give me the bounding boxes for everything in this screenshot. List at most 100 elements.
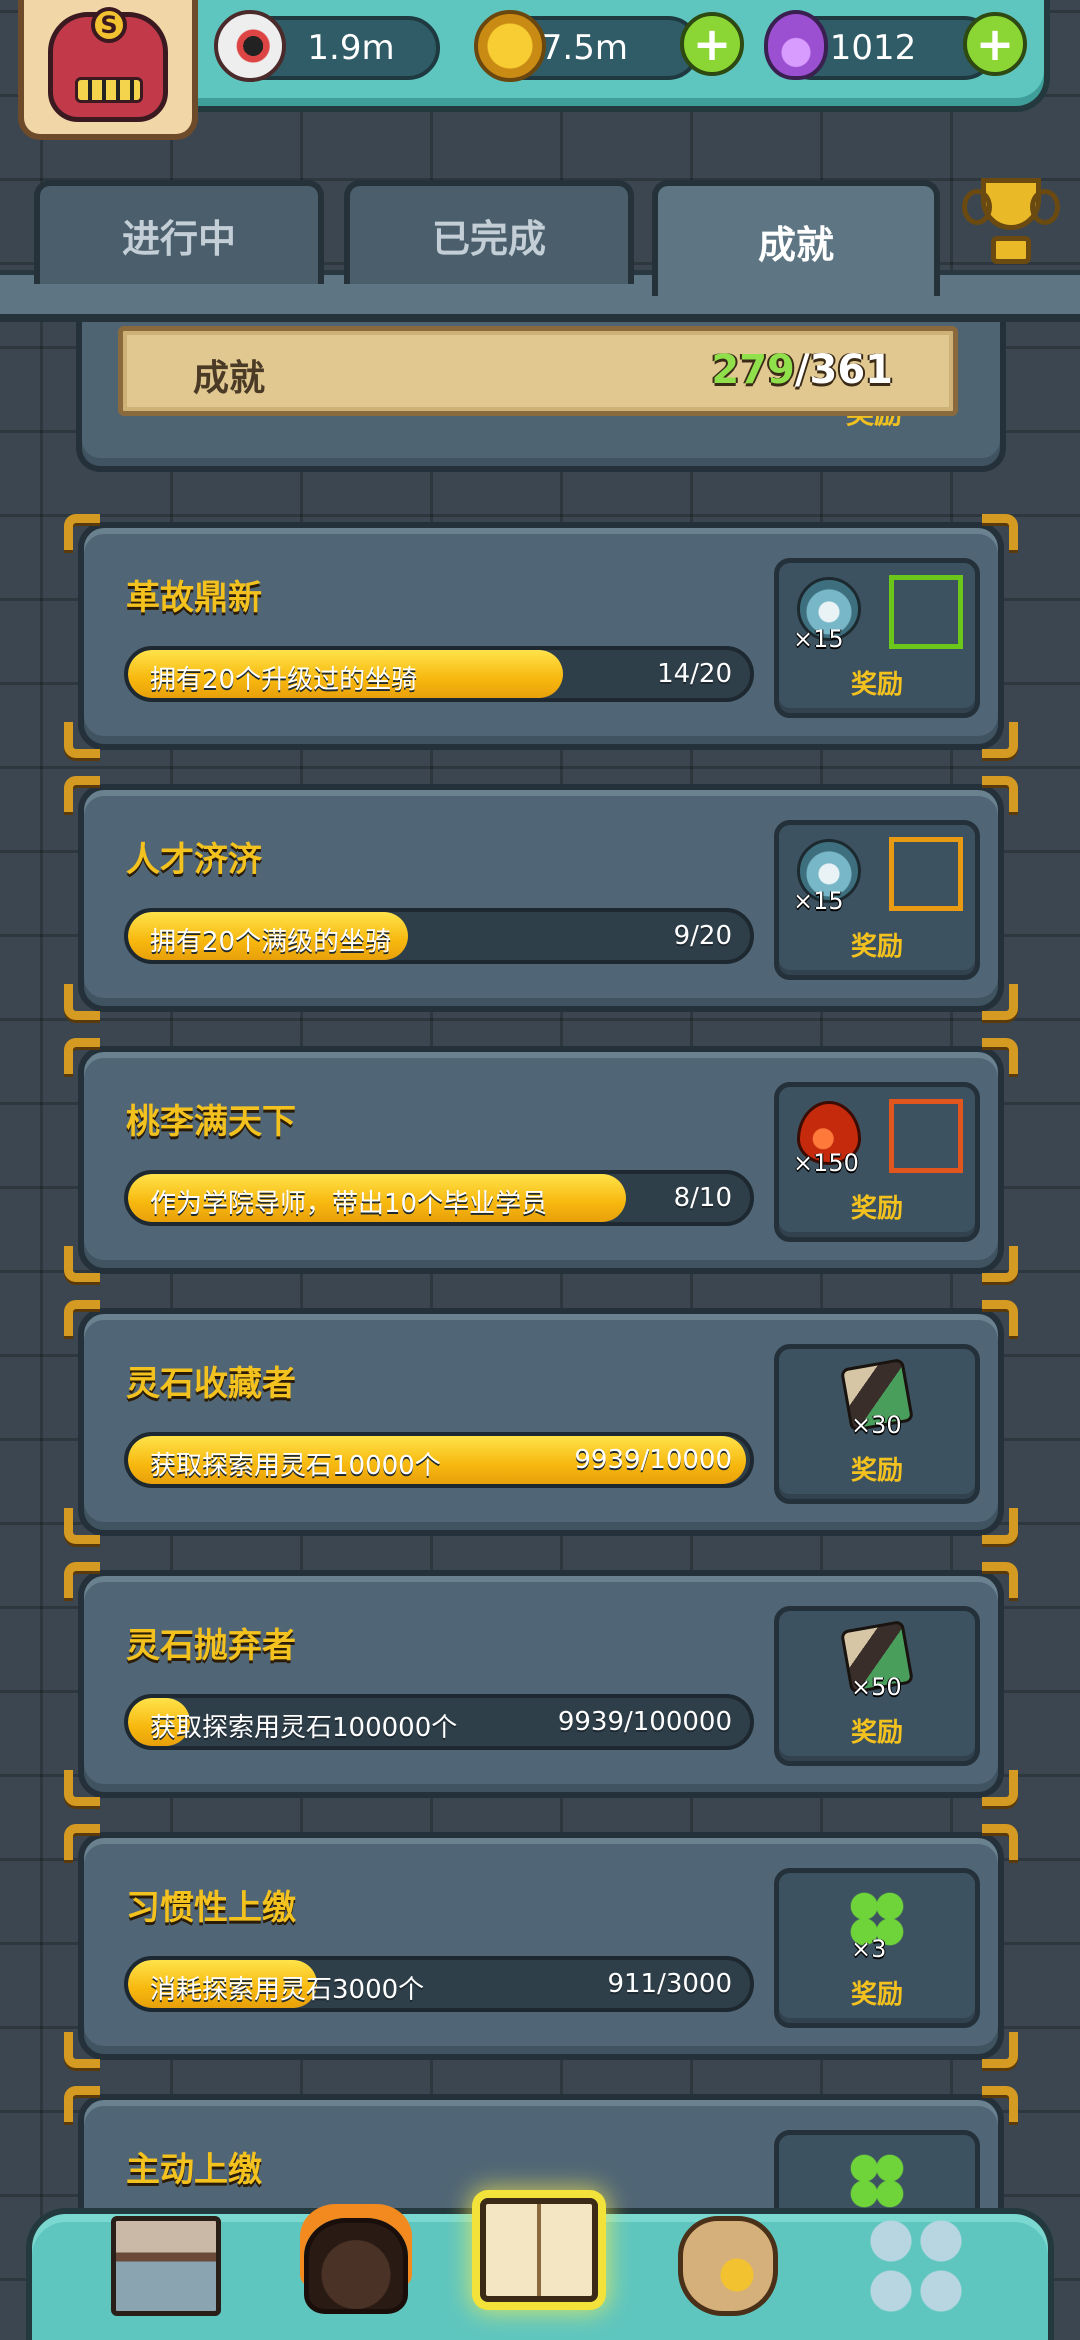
card-corner-ornament (64, 514, 100, 550)
card-corner-ornament (982, 1508, 1018, 1544)
card-corner-ornament (64, 1508, 100, 1544)
progress-bar: 消耗探索用灵石3000个 911/3000 (124, 1956, 754, 2012)
player-avatar[interactable]: S (18, 0, 198, 140)
achievement-description: 获取探索用灵石10000个 (150, 1451, 441, 1481)
progress-bar: 拥有20个满级的坐骑 9/20 (124, 908, 754, 964)
progress-value: 9939/100000 (557, 1707, 732, 1737)
reward-box[interactable]: ×15 奖励 (774, 820, 980, 980)
card-corner-ornament (64, 1300, 100, 1336)
tab-in-progress-label: 进行中 (121, 216, 236, 261)
reward-box[interactable]: ×150 奖励 (774, 1082, 980, 1242)
achievement-title: 灵石抛弃者 (126, 1626, 296, 1666)
monster-face-icon: S (48, 7, 168, 122)
achievement-card[interactable]: 桃李满天下作为学院导师，带出10个毕业学员 8/10 ×150 奖励 (64, 1038, 1018, 1282)
achievement-card[interactable]: 习惯性上缴消耗探索用灵石3000个 911/3000 ×3 奖励 (64, 1824, 1018, 2068)
reward-quantity: ×50 (851, 1673, 902, 1701)
card-corner-ornament (64, 722, 100, 758)
reward-label: 奖励 (850, 1194, 903, 1224)
reward-box[interactable]: ×15 奖励 (774, 558, 980, 718)
reward-quantity: ×3 (851, 1935, 887, 1963)
summary-current: 279 (711, 347, 795, 393)
progress-bar: 获取探索用灵石10000个 9939/10000 (124, 1432, 754, 1488)
card-corner-ornament (982, 722, 1018, 758)
achievement-description: 作为学院导师，带出10个毕业学员 (150, 1189, 548, 1219)
achievement-title: 人才济济 (126, 840, 262, 880)
achievement-description: 拥有20个满级的坐骑 (150, 927, 392, 957)
reward-label: 奖励 (850, 1980, 903, 2010)
achievement-card[interactable]: 人才济济拥有20个满级的坐骑 9/20 ×15 奖励 (64, 776, 1018, 1020)
progress-bar: 获取探索用灵石100000个 9939/100000 (124, 1694, 754, 1750)
eye-resource-value: 1.9m (307, 28, 395, 68)
card-corner-ornament (982, 1562, 1018, 1598)
money-bag-icon (678, 2216, 778, 2316)
achievement-title: 桃李满天下 (126, 1102, 296, 1142)
reward-box[interactable]: ×30 奖励 (774, 1344, 980, 1504)
card-corner-ornament (982, 1770, 1018, 1806)
achievement-title: 习惯性上缴 (126, 1888, 296, 1928)
card-corner-ornament (982, 2032, 1018, 2068)
tab-in-progress[interactable]: 进行中 (34, 180, 324, 284)
clover-icon (845, 2149, 909, 2213)
card-corner-ornament (64, 1562, 100, 1598)
achievement-title: 灵石收藏者 (126, 1364, 296, 1404)
gold-coin-icon (474, 10, 546, 82)
tab-completed-label: 已完成 (431, 216, 546, 261)
achievement-card[interactable]: 灵石收藏者获取探索用灵石10000个 9939/10000 ×30 奖励 (64, 1300, 1018, 1544)
card-corner-ornament (982, 514, 1018, 550)
achievement-title: 主动上缴 (126, 2150, 262, 2190)
progress-bar: 作为学院导师，带出10个毕业学员 8/10 (124, 1170, 754, 1226)
progress-value: 911/3000 (607, 1969, 732, 1999)
summary-count: 279/361 (711, 347, 893, 393)
tab-completed[interactable]: 已完成 (344, 180, 634, 284)
card-corner-ornament (64, 2032, 100, 2068)
nav-shop-button[interactable] (106, 2206, 226, 2326)
reward-slot-frame (889, 575, 963, 649)
reward-slot-frame (889, 1099, 963, 1173)
summary-label: 成就 (193, 358, 266, 399)
nav-monster-button[interactable] (296, 2206, 416, 2326)
progress-value: 14/20 (657, 659, 732, 689)
card-corner-ornament (982, 1038, 1018, 1074)
nav-menu-button[interactable] (856, 2206, 976, 2326)
add-coins-button[interactable]: + (680, 12, 744, 76)
reward-label: 奖励 (850, 670, 903, 700)
tab-achievements-label: 成就 (757, 222, 834, 267)
summary-total: /361 (794, 347, 893, 393)
tab-achievements[interactable]: 成就 (652, 180, 940, 296)
card-corner-ornament (982, 1824, 1018, 1860)
reward-quantity: ×30 (851, 1411, 902, 1439)
reward-quantity: ×15 (793, 625, 844, 653)
reward-label: 奖励 (850, 1718, 903, 1748)
reward-box[interactable]: ×3 奖励 (774, 1868, 980, 2028)
shop-building-icon (111, 2216, 221, 2316)
reward-box[interactable]: ×50 奖励 (774, 1606, 980, 1766)
progress-value: 9939/10000 (574, 1445, 732, 1475)
card-corner-ornament (982, 1246, 1018, 1282)
rank-badge-icon: S (91, 7, 127, 43)
teeth-icon (75, 77, 143, 103)
card-corner-ornament (982, 1300, 1018, 1336)
reward-slot-frame (889, 837, 963, 911)
trophy-icon (962, 178, 1060, 230)
card-corner-ornament (64, 1824, 100, 1860)
achievement-card[interactable]: 革故鼎新 拥有20个升级过的坐骑 14/20 ×15 奖励 (64, 514, 1018, 758)
card-corner-ornament (64, 776, 100, 812)
reward-quantity: ×15 (793, 887, 844, 915)
card-corner-ornament (64, 1246, 100, 1282)
nav-book-button[interactable] (476, 2184, 602, 2316)
card-corner-ornament (982, 776, 1018, 812)
trophy-button[interactable] (958, 178, 1064, 278)
nav-bag-button[interactable] (668, 2206, 788, 2326)
progress-value: 9/20 (673, 921, 732, 951)
card-corner-ornament (64, 1770, 100, 1806)
achievement-card[interactable]: 灵石抛弃者获取探索用灵石100000个 9939/100000 ×50 奖励 (64, 1562, 1018, 1806)
reward-label: 奖励 (850, 1456, 903, 1486)
reward-quantity: ×150 (793, 1149, 859, 1177)
add-potions-button[interactable]: + (963, 12, 1027, 76)
reward-label: 奖励 (850, 932, 903, 962)
progress-bar: 拥有20个升级过的坐骑 14/20 (124, 646, 754, 702)
open-book-icon (480, 2198, 598, 2302)
progress-value: 8/10 (673, 1183, 732, 1213)
card-corner-ornament (982, 2086, 1018, 2122)
card-corner-ornament (982, 984, 1018, 1020)
